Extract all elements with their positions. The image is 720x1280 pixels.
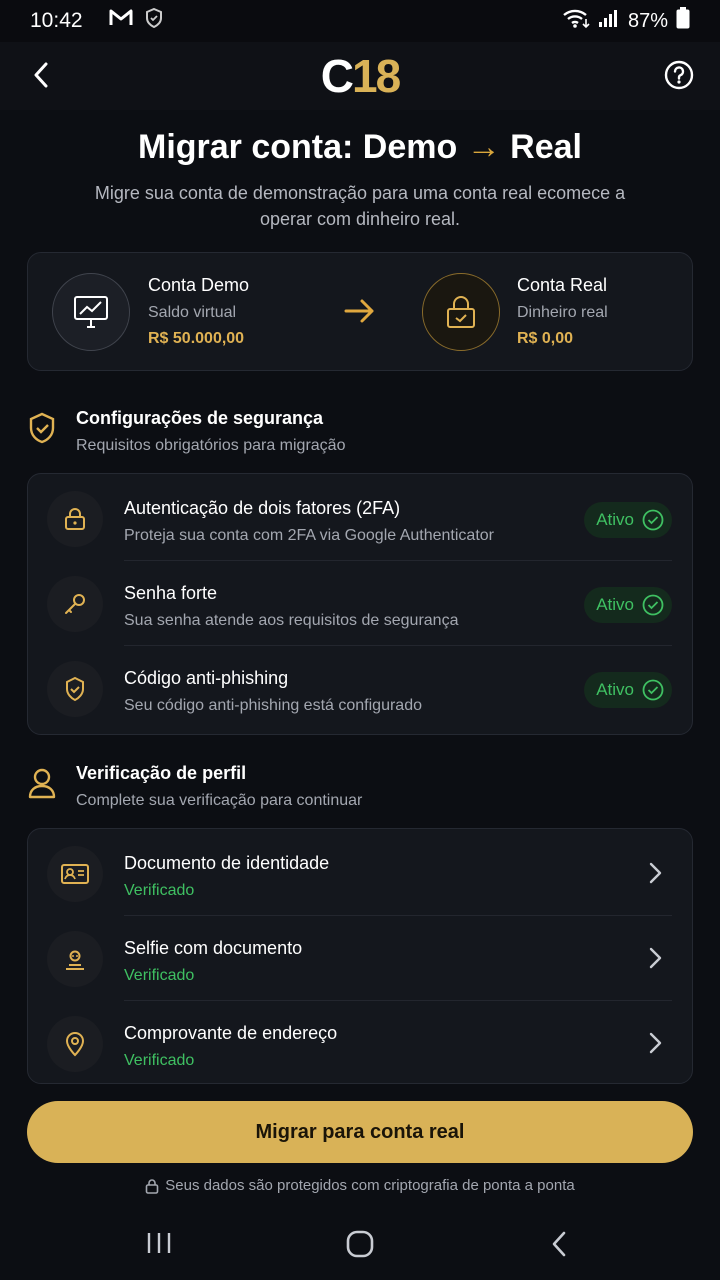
list-item[interactable]: Documento de identidade Verificado (28, 831, 692, 916)
key-icon (47, 576, 103, 632)
demo-account-icon-wrap (52, 273, 130, 351)
small-lock-icon (145, 1178, 159, 1194)
home-button[interactable] (346, 1230, 374, 1263)
list-item[interactable]: Comprovante de endereço Verificado (28, 1001, 692, 1083)
chevron-right-icon (648, 862, 662, 889)
arrow-right-icon (344, 297, 376, 330)
item-title: Autenticação de dois fatores (2FA) (124, 498, 401, 518)
account-migration-card: Conta Demo Saldo virtual R$ 50.000,00 Co… (27, 252, 693, 371)
demo-account-title: Conta Demo (148, 275, 250, 295)
item-title: Comprovante de endereço (124, 1023, 338, 1043)
back-arrow-icon (552, 1231, 566, 1257)
profile-section-header: Verificação de perfil Complete sua verif… (28, 763, 362, 810)
gmail-icon (109, 9, 133, 33)
profile-list: Documento de identidade Verificado Selfi… (27, 828, 693, 1084)
real-account-info: Conta Real Dinheiro real R$ 0,00 (517, 275, 608, 348)
help-button[interactable] (664, 60, 694, 90)
lock-icon (47, 491, 103, 547)
demo-account-info: Conta Demo Saldo virtual R$ 50.000,00 (148, 275, 249, 348)
list-item: Autenticação de dois fatores (2FA) Prote… (28, 476, 692, 561)
security-list: Autenticação de dois fatores (2FA) Prote… (27, 473, 693, 735)
chevron-right-icon (648, 947, 662, 974)
shield-check-icon (47, 661, 103, 717)
back-button[interactable] (26, 58, 56, 92)
item-desc: Sua senha atende aos requisitos de segur… (124, 612, 459, 629)
page-subtitle: Migre sua conta de demonstração para uma… (94, 183, 626, 229)
user-icon (28, 767, 58, 810)
item-title: Documento de identidade (124, 853, 330, 873)
demo-account-sub: Saldo virtual (148, 304, 237, 321)
monitor-chart-icon (74, 296, 108, 328)
item-status: Verificado (124, 882, 195, 899)
status-bar: 10:42 87% (0, 0, 720, 42)
list-item: Código anti-phishing Seu código anti-phi… (28, 646, 692, 731)
list-item: Senha forte Sua senha atende aos requisi… (28, 561, 692, 646)
profile-subtitle: Complete sua verificação para continuar (76, 792, 363, 809)
item-title: Senha forte (124, 583, 218, 603)
page-title: Migrar conta: Demo → Real (138, 128, 582, 166)
system-nav-bar (0, 1210, 720, 1280)
location-pin-icon (47, 1016, 103, 1072)
item-desc: Seu código anti-phishing está configurad… (124, 697, 422, 714)
real-account-balance: R$ 0,00 (517, 330, 574, 347)
status-time: 10:42 (30, 9, 83, 32)
chevron-right-icon (648, 1032, 662, 1059)
lock-icon (447, 296, 475, 328)
wifi-icon (562, 7, 590, 35)
item-title: Código anti-phishing (124, 668, 289, 688)
security-subtitle: Requisitos obrigatórios para migração (76, 437, 346, 454)
recent-apps-icon (147, 1233, 171, 1253)
secure-note: Seus dados são protegidos com criptograf… (0, 1177, 720, 1194)
chevron-left-icon (34, 62, 48, 88)
status-badge: Ativo (584, 502, 672, 538)
item-desc: Proteja sua conta com 2FA via Google Aut… (124, 527, 494, 544)
list-item[interactable]: Selfie com documento Verificado (28, 916, 692, 1001)
shield-status-icon (145, 7, 163, 34)
security-title: Configurações de segurança (76, 408, 324, 428)
battery-icon (676, 7, 690, 35)
shield-check-icon (28, 412, 58, 455)
battery-percent: 87% (627, 9, 668, 32)
migrate-button[interactable]: Migrar para conta real (27, 1101, 693, 1163)
title-arrow: → (466, 128, 501, 166)
real-account-icon-wrap (422, 273, 500, 351)
item-status: Verificado (124, 1052, 195, 1069)
system-back-button[interactable] (550, 1230, 568, 1263)
item-title: Selfie com documento (124, 938, 303, 958)
profile-title: Verificação de perfil (76, 763, 247, 783)
selfie-icon (47, 931, 103, 987)
security-section-header: Configurações de segurança Requisitos ob… (28, 408, 345, 455)
check-circle-icon (642, 679, 664, 701)
id-card-icon (47, 846, 103, 902)
home-icon (346, 1230, 374, 1258)
real-account-title: Conta Real (517, 275, 608, 295)
help-icon (664, 60, 694, 90)
demo-account-balance: R$ 50.000,00 (148, 330, 245, 347)
recent-apps-button[interactable] (146, 1230, 172, 1261)
app-bar: C18 (0, 42, 720, 110)
item-status: Verificado (124, 967, 195, 984)
check-circle-icon (642, 509, 664, 531)
status-badge: Ativo (584, 587, 672, 623)
signal-icon (598, 8, 620, 34)
check-circle-icon (642, 594, 664, 616)
real-account-sub: Dinheiro real (517, 304, 608, 321)
status-badge: Ativo (584, 672, 672, 708)
brand-logo: C18 (320, 50, 401, 102)
